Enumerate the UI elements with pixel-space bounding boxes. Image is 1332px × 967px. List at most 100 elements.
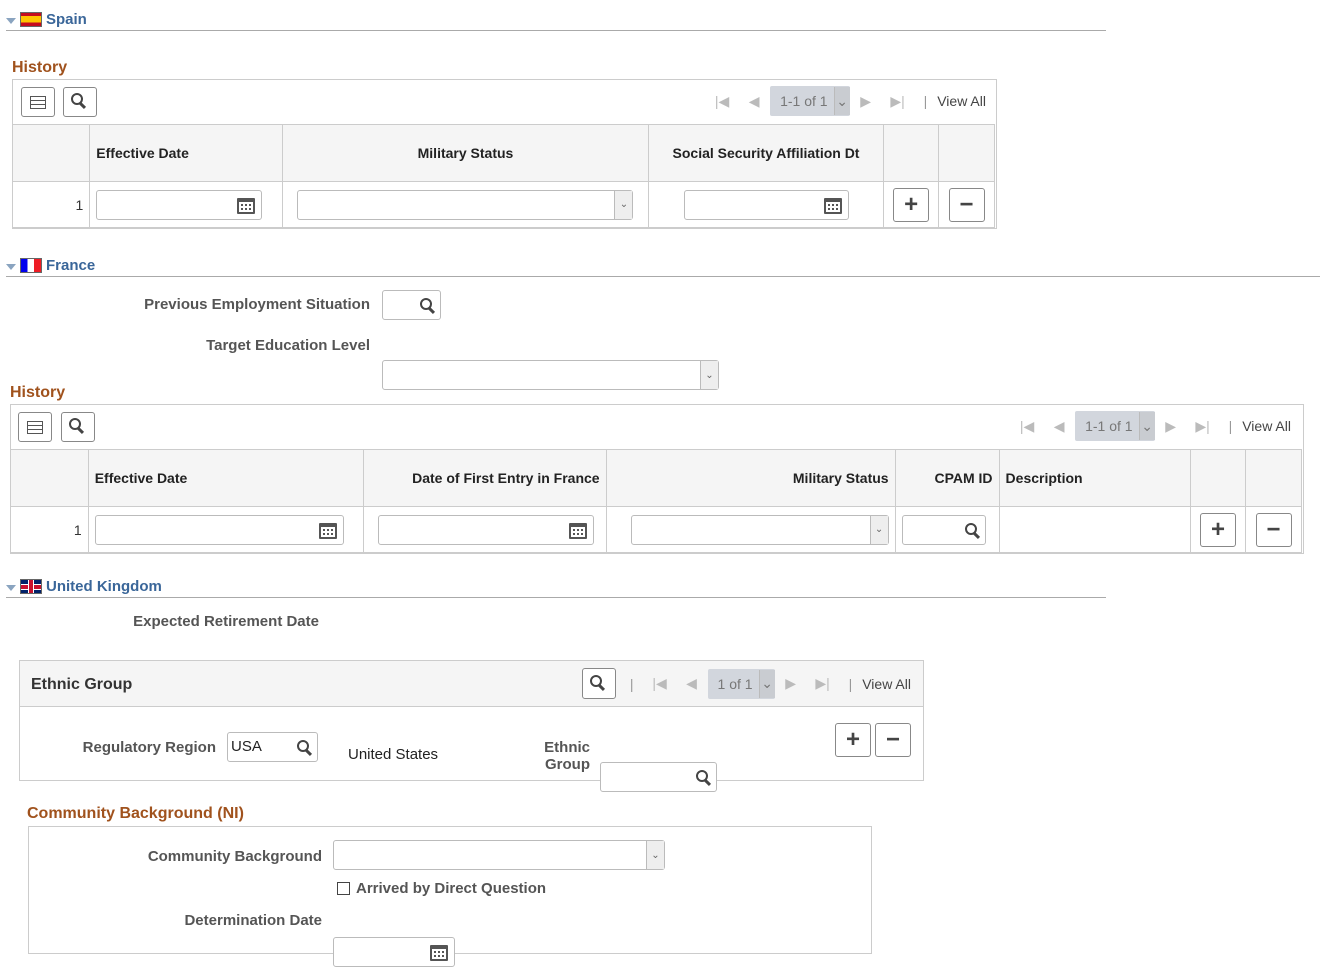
cpam-id-input[interactable] (901, 514, 986, 545)
regulatory-region-label: Regulatory Region (82, 739, 216, 756)
ethnic-group-input[interactable] (600, 762, 717, 792)
page-indicator: 1 of 1 (717, 675, 753, 692)
section-title: Spain (46, 11, 87, 28)
previous-page-icon[interactable]: ◀ (1043, 418, 1075, 435)
calendar-icon[interactable] (430, 945, 448, 961)
spain-history-table: Effective Date Military Status Social Se… (11, 124, 995, 228)
collapse-triangle-icon[interactable] (6, 17, 16, 24)
search-icon[interactable] (696, 770, 708, 782)
add-row-button[interactable]: + (1200, 512, 1237, 547)
collapse-triangle-icon[interactable] (6, 263, 16, 270)
last-page-icon[interactable]: ▶| (1187, 418, 1219, 435)
target-education-label: Target Education Level (206, 337, 370, 354)
find-button[interactable] (63, 87, 97, 117)
prev-employment-input[interactable] (382, 290, 441, 320)
page-selector[interactable]: 1-1 of 1 ⌄ (1075, 411, 1155, 441)
prev-employment-label: Previous Employment Situation (144, 296, 370, 313)
table-header: Effective Date Date of First Entry in Fr… (10, 449, 1302, 507)
last-page-icon[interactable]: ▶| (882, 93, 914, 110)
calendar-icon[interactable] (568, 522, 587, 539)
column-header: Description (998, 449, 1192, 507)
row-number: 1 (10, 506, 89, 553)
next-page-icon[interactable]: ▶ (850, 93, 882, 110)
column-header: Date of First Entry in France (362, 449, 607, 507)
previous-page-icon[interactable]: ◀ (738, 93, 770, 110)
chevron-down-icon: ⌄ (758, 669, 775, 698)
effective-date-input[interactable] (94, 514, 344, 545)
calendar-icon[interactable] (823, 197, 842, 214)
page-selector[interactable]: 1 of 1 ⌄ (707, 668, 775, 699)
grid-navigation: | |◀ ◀ 1 of 1 ⌄ ▶ ▶| | View All (581, 668, 911, 699)
previous-page-icon[interactable]: ◀ (676, 675, 708, 692)
military-status-select[interactable]: ⌄ (297, 189, 634, 220)
search-icon[interactable] (420, 298, 432, 310)
delete-column-header (1245, 449, 1302, 507)
effective-date-input[interactable] (96, 189, 263, 220)
first-entry-date-input[interactable] (377, 514, 594, 545)
community-background-select[interactable]: ⌄ (333, 840, 665, 870)
section-title: United Kingdom (46, 578, 162, 595)
view-all-link[interactable]: View All (1242, 418, 1291, 434)
regulatory-region-value: USA (231, 738, 262, 755)
uk-flag-icon (20, 579, 42, 594)
grid-navigation: |◀ ◀ 1-1 of 1 ⌄ ▶ ▶| | View All (706, 86, 986, 116)
personalize-grid-button[interactable] (21, 87, 55, 117)
page-selector[interactable]: 1-1 of 1 ⌄ (770, 86, 850, 116)
add-row-button[interactable]: + (893, 187, 930, 222)
determination-date-label: Determination Date (184, 912, 322, 929)
view-all-link[interactable]: View All (937, 93, 986, 109)
first-page-icon[interactable]: |◀ (1011, 418, 1043, 435)
delete-row-button[interactable]: − (948, 187, 985, 222)
first-page-icon[interactable]: |◀ (644, 675, 676, 692)
ethnic-group-box: Ethnic Group | |◀ ◀ 1 of 1 ⌄ ▶ ▶| | View … (19, 660, 924, 792)
france-flag-icon (20, 258, 42, 273)
france-history-grid: |◀ ◀ 1-1 of 1 ⌄ ▶ ▶| | View All Effective… (10, 404, 1304, 554)
expected-retirement-label: Expected Retirement Date (133, 613, 319, 630)
collapse-triangle-icon[interactable] (6, 584, 16, 591)
personalize-grid-button[interactable] (18, 412, 52, 442)
delete-column-header (938, 124, 995, 182)
delete-row-button[interactable]: − (1255, 512, 1292, 547)
ss-affiliation-date-input[interactable] (683, 189, 849, 220)
france-history-table: Effective Date Date of First Entry in Fr… (10, 449, 1302, 553)
add-column-header (883, 124, 940, 182)
table-header: Effective Date Military Status Social Se… (11, 124, 995, 182)
page-indicator: 1-1 of 1 (1085, 418, 1133, 434)
add-column-header (1190, 449, 1246, 507)
chevron-down-icon: ⌄ (646, 841, 664, 869)
separator: | (629, 675, 634, 692)
direct-question-row: Arrived by Direct Question (337, 880, 546, 897)
view-all-link[interactable]: View All (862, 676, 911, 692)
first-page-icon[interactable]: |◀ (706, 93, 738, 110)
history-title: History (12, 59, 68, 76)
uk-section-header[interactable]: United Kingdom (6, 576, 1106, 598)
determination-date-input[interactable] (333, 937, 455, 967)
search-icon[interactable] (964, 522, 977, 535)
target-education-select[interactable]: ⌄ (382, 360, 719, 390)
next-page-icon[interactable]: ▶ (775, 675, 807, 692)
table-row: 1 ⌄ + − (11, 181, 995, 228)
separator: | (848, 675, 853, 692)
search-icon (589, 674, 608, 693)
direct-question-checkbox[interactable] (337, 882, 350, 895)
regulatory-region-input[interactable]: USA (227, 732, 318, 762)
military-status-select[interactable]: ⌄ (630, 514, 889, 545)
description-cell (998, 506, 1192, 553)
search-icon[interactable] (297, 740, 309, 752)
search-icon (69, 418, 87, 436)
community-background-title: Community Background (NI) (27, 805, 244, 822)
add-row-button[interactable]: + (835, 723, 871, 757)
find-button[interactable] (581, 668, 616, 699)
ethnic-group-header: Ethnic Group | |◀ ◀ 1 of 1 ⌄ ▶ ▶| | View … (20, 661, 923, 707)
chevron-down-icon: ⌄ (833, 87, 850, 115)
find-button[interactable] (61, 412, 95, 442)
france-section-header[interactable]: France (6, 255, 1320, 277)
spain-section-header[interactable]: Spain (6, 9, 1106, 31)
column-header: Effective Date (87, 449, 364, 507)
delete-row-button[interactable]: − (875, 723, 911, 757)
row-number-header (11, 124, 91, 182)
last-page-icon[interactable]: ▶| (807, 675, 839, 692)
calendar-icon[interactable] (237, 197, 256, 214)
next-page-icon[interactable]: ▶ (1155, 418, 1187, 435)
calendar-icon[interactable] (318, 522, 337, 539)
